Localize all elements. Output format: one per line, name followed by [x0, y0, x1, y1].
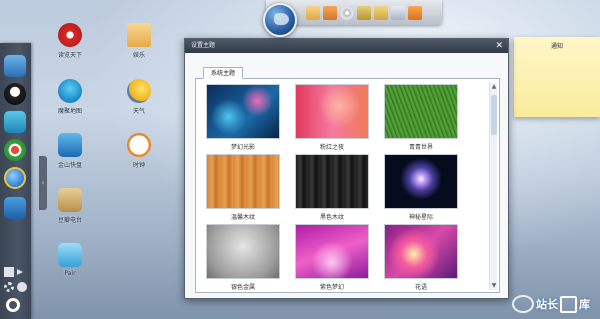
radio-app[interactable]: 豆瓣电台	[50, 188, 90, 224]
theme-thumbnail	[384, 84, 458, 139]
calendar-icon[interactable]	[391, 5, 405, 20]
pair-icon	[58, 243, 82, 267]
rss-icon[interactable]	[408, 5, 422, 20]
theme-label: 黑色木纹	[319, 214, 344, 221]
theme-thumbnail	[206, 84, 280, 139]
theme-item[interactable]: 花语	[384, 224, 458, 291]
theme-thumbnail	[295, 224, 369, 279]
globe-home-icon[interactable]	[263, 3, 297, 37]
desktop-icon-label: 娱乐	[132, 52, 145, 59]
scroll-thumb[interactable]	[491, 95, 497, 135]
volume-icon[interactable]	[17, 269, 23, 275]
theme-thumbnail	[384, 224, 458, 279]
folder-icon[interactable]	[323, 5, 337, 20]
scrollbar[interactable]: ▲ ▼	[489, 83, 497, 290]
desktop-icon-label: 豆瓣电台	[57, 217, 82, 224]
theme-label: 粉红之夜	[319, 144, 344, 151]
radio-icon	[58, 188, 82, 212]
entertainment-folder[interactable]: 娱乐	[119, 23, 159, 59]
app-store-icon[interactable]	[4, 55, 26, 77]
theme-label: 青青世界	[408, 144, 433, 151]
photos-icon[interactable]	[374, 5, 388, 20]
qq-icon[interactable]	[4, 83, 26, 105]
window-title: 设置主题	[191, 42, 216, 49]
scroll-down-icon[interactable]: ▼	[490, 282, 498, 290]
theme-label: 神秘星际	[408, 214, 433, 221]
theme-label: 梦幻光影	[230, 144, 255, 151]
theme-item[interactable]: 银色金属	[206, 224, 280, 291]
watermark-text: 站长	[536, 298, 558, 311]
theme-thumbnail	[384, 154, 458, 209]
disc-icon[interactable]	[340, 5, 354, 20]
theme-label: 银色金属	[230, 284, 255, 291]
folder-icon	[127, 23, 151, 47]
desktop-icon-label: 魔聚地图	[57, 108, 82, 115]
theme-label: 花语	[414, 284, 427, 291]
theme-label: 温馨木纹	[230, 214, 255, 221]
map-icon	[58, 79, 82, 103]
grid-icon[interactable]	[4, 267, 14, 277]
theme-item[interactable]: 温馨木纹	[206, 154, 280, 221]
theme-thumbnail	[206, 154, 280, 209]
watermark-text-2: 库	[579, 298, 590, 311]
dock-collapse-handle[interactable]: ‹	[39, 156, 47, 210]
desktop-icon-label: 天气	[132, 108, 145, 115]
cloud-drive-icon	[58, 133, 82, 157]
window-titlebar[interactable]: 设置主题 ✕	[185, 39, 508, 53]
security-icon[interactable]	[4, 139, 26, 161]
theme-thumbnail	[206, 224, 280, 279]
left-dock	[0, 43, 31, 319]
theme-icon[interactable]	[17, 282, 27, 292]
map-app[interactable]: 魔聚地图	[50, 79, 90, 115]
weather-icon	[127, 79, 151, 103]
theme-item[interactable]: 梦幻光影	[206, 84, 280, 151]
theme-label: 紫色梦幻	[319, 284, 344, 291]
theme-thumbnail	[295, 154, 369, 209]
pair-app[interactable]: Pair	[50, 243, 90, 277]
clock-icon	[127, 133, 151, 157]
theme-settings-window: 设置主题 ✕ 系统主题 梦幻光影 粉红之夜 青青世界 温馨木纹 黑色木纹 神秘星…	[184, 38, 509, 299]
theme-item[interactable]: 粉红之夜	[295, 84, 369, 151]
desktop-icon-label: 金山快盘	[57, 162, 82, 169]
clock-app[interactable]: 时钟	[119, 133, 159, 169]
browser-icon[interactable]	[4, 111, 26, 133]
media-icon[interactable]	[357, 5, 371, 20]
scroll-up-icon[interactable]: ▲	[490, 83, 498, 91]
desktop-icon-label: 读览天下	[57, 52, 82, 59]
cloud-drive-app[interactable]: 金山快盘	[50, 133, 90, 169]
watermark: 站长 库	[512, 292, 590, 316]
watermark-box-icon	[560, 295, 577, 313]
desktop-icon-label: Pair	[64, 270, 76, 277]
close-icon[interactable]: ✕	[495, 39, 503, 53]
weather-app[interactable]: 天气	[119, 79, 159, 115]
reader-app[interactable]: 读览天下	[50, 23, 90, 59]
mail-icon[interactable]	[306, 5, 320, 20]
desktop-icon-label: 时钟	[132, 162, 145, 169]
theme-item[interactable]: 黑色木纹	[295, 154, 369, 221]
settings-icon[interactable]	[4, 282, 14, 292]
sticky-note-title: 通知	[550, 43, 563, 50]
search-icon[interactable]	[6, 298, 20, 312]
reader-icon	[58, 23, 82, 47]
theme-thumbnail	[295, 84, 369, 139]
theme-item[interactable]: 神秘星际	[384, 154, 458, 221]
theme-gallery: 梦幻光影 粉红之夜 青青世界 温馨木纹 黑色木纹 神秘星际 银色金属 紫色梦幻	[195, 78, 500, 293]
sticky-note[interactable]: 通知	[514, 37, 600, 117]
theme-item[interactable]: 紫色梦幻	[295, 224, 369, 291]
ie-icon[interactable]	[4, 167, 26, 189]
theme-item[interactable]: 青青世界	[384, 84, 458, 151]
tab-bar: 系统主题	[185, 53, 508, 79]
watermark-logo-icon	[512, 295, 534, 313]
favorites-icon[interactable]	[4, 197, 26, 219]
tab-system-themes[interactable]: 系统主题	[203, 67, 244, 79]
